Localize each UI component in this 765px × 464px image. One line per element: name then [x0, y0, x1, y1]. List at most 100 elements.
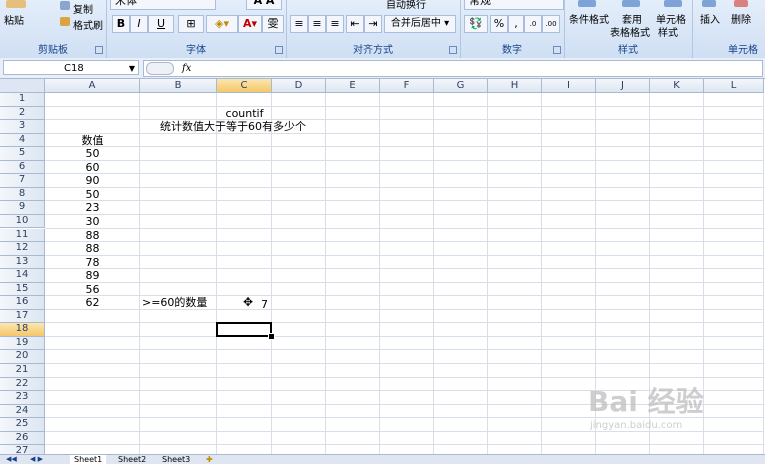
name-box[interactable]: C18 ▼	[3, 60, 139, 75]
cell-a5[interactable]: 50	[45, 147, 140, 161]
currency-button[interactable]: 💱	[464, 15, 488, 33]
column-header-c[interactable]: C	[217, 79, 272, 93]
row-header-6[interactable]: 6	[0, 160, 45, 175]
cell-a16[interactable]: 62	[45, 296, 140, 310]
cell-a8[interactable]: 50	[45, 188, 140, 202]
cell-b3[interactable]: 统计数值大于等于60有多少个	[160, 120, 306, 134]
column-header-l[interactable]: L	[704, 79, 764, 93]
number-format-select[interactable]: 常规	[464, 0, 564, 10]
row-header-7[interactable]: 7	[0, 174, 45, 188]
cell-b16[interactable]: >=60的数量	[142, 296, 207, 310]
row-header-22[interactable]: 22	[0, 377, 45, 392]
comma-button[interactable]: ,	[508, 15, 524, 33]
cell-a12[interactable]: 88	[45, 242, 140, 256]
row-header-8[interactable]: 8	[0, 187, 45, 202]
column-header-b[interactable]: B	[140, 79, 217, 93]
cell-a10[interactable]: 30	[45, 215, 140, 229]
format-painter-icon	[60, 17, 70, 26]
clipboard-launcher-icon[interactable]	[95, 46, 103, 54]
row-header-18[interactable]: 18	[0, 323, 45, 337]
row-header-14[interactable]: 14	[0, 269, 45, 283]
phonetic-button[interactable]: 雯	[262, 15, 284, 33]
row-header-26[interactable]: 26	[0, 431, 45, 446]
column-header-i[interactable]: I	[542, 79, 596, 93]
font-color-button[interactable]: A▾	[238, 15, 262, 33]
column-header-e[interactable]: E	[326, 79, 380, 93]
fill-handle[interactable]	[268, 332, 275, 340]
tab-scroll-prev-icon[interactable]: ◀ ▶	[30, 455, 43, 463]
copy-button[interactable]: 复制	[73, 1, 93, 16]
formula-toggle-icon[interactable]	[146, 62, 174, 75]
cell-a14[interactable]: 89	[45, 269, 140, 283]
active-cell-selection[interactable]	[216, 322, 272, 337]
row-header-19[interactable]: 19	[0, 336, 45, 351]
row-header-15[interactable]: 15	[0, 282, 45, 297]
row-header-16[interactable]: 16	[0, 296, 45, 310]
increase-indent-icon[interactable]: ⇥	[364, 15, 382, 33]
column-header-d[interactable]: D	[272, 79, 326, 93]
conditional-format-button[interactable]: 条件格式	[569, 11, 609, 26]
insert-button[interactable]: 插入	[700, 11, 720, 26]
wrap-text-button[interactable]: 自动换行	[386, 0, 426, 11]
formula-input[interactable]: fx	[143, 60, 763, 77]
bold-button[interactable]: B	[112, 15, 130, 33]
column-header-a[interactable]: A	[45, 79, 140, 93]
row-header-25[interactable]: 25	[0, 418, 45, 432]
decrease-indent-icon[interactable]: ⇤	[346, 15, 364, 33]
cell-a9[interactable]: 23	[45, 201, 140, 215]
align-right-icon[interactable]: ≡	[326, 15, 344, 33]
cell-a13[interactable]: 78	[45, 256, 140, 270]
font-name-select[interactable]: 宋体	[110, 0, 216, 10]
format-painter-button[interactable]: 格式刷	[73, 17, 103, 32]
border-button[interactable]: ⊞	[178, 15, 204, 33]
percent-button[interactable]: %	[490, 15, 508, 33]
column-header-j[interactable]: J	[596, 79, 650, 93]
row-header-23[interactable]: 23	[0, 391, 45, 405]
cell-a15[interactable]: 56	[45, 283, 140, 297]
underline-button[interactable]: U	[148, 15, 174, 33]
column-header-g[interactable]: G	[434, 79, 488, 93]
row-header-24[interactable]: 24	[0, 404, 45, 419]
fill-color-button[interactable]: ◈▾	[206, 15, 238, 33]
row-header-5[interactable]: 5	[0, 147, 45, 161]
tab-scroll-first-icon[interactable]: ◀◀	[6, 455, 17, 463]
increase-decimal-button[interactable]: .0	[524, 15, 542, 33]
paste-button[interactable]: 粘贴	[4, 12, 24, 27]
column-header-f[interactable]: F	[380, 79, 434, 93]
row-header-21[interactable]: 21	[0, 364, 45, 378]
select-all-corner[interactable]	[0, 79, 45, 93]
cell-a4[interactable]: 数值	[45, 134, 140, 148]
row-header-3[interactable]: 3	[0, 120, 45, 134]
merge-center-button[interactable]: 合并后居中 ▾	[384, 15, 456, 33]
row-header-20[interactable]: 20	[0, 350, 45, 364]
alignment-launcher-icon[interactable]	[449, 46, 457, 54]
font-grow-button[interactable]: A A	[246, 0, 282, 10]
cell-a7[interactable]: 90	[45, 174, 140, 188]
row-header-2[interactable]: 2	[0, 106, 45, 121]
delete-button[interactable]: 删除	[731, 11, 751, 26]
font-launcher-icon[interactable]	[275, 46, 283, 54]
align-center-icon[interactable]: ≡	[308, 15, 326, 33]
cell-a11[interactable]: 88	[45, 229, 140, 243]
row-header-13[interactable]: 13	[0, 255, 45, 270]
align-left-icon[interactable]: ≡	[290, 15, 308, 33]
row-header-10[interactable]: 10	[0, 214, 45, 229]
column-header-k[interactable]: K	[650, 79, 704, 93]
cell-a6[interactable]: 60	[45, 161, 140, 175]
styles-group: 条件格式 套用 表格格式 单元格 样式 样式	[564, 0, 693, 58]
column-header-h[interactable]: H	[488, 79, 542, 93]
chevron-down-icon[interactable]: ▼	[129, 61, 135, 76]
row-header-11[interactable]: 11	[0, 228, 45, 242]
number-launcher-icon[interactable]	[553, 46, 561, 54]
decrease-decimal-button[interactable]: .00	[542, 15, 560, 33]
row-header-9[interactable]: 9	[0, 201, 45, 215]
row-header-17[interactable]: 17	[0, 309, 45, 324]
row-header-1[interactable]: 1	[0, 93, 45, 107]
row-header-12[interactable]: 12	[0, 242, 45, 256]
row-header-4[interactable]: 4	[0, 133, 45, 148]
cell-c2[interactable]: countif	[217, 107, 272, 121]
cell-style-button[interactable]: 样式	[658, 24, 678, 39]
table-format-button[interactable]: 表格格式	[610, 24, 650, 39]
italic-button[interactable]: I	[130, 15, 148, 33]
insert-function-icon[interactable]: fx	[182, 61, 191, 76]
